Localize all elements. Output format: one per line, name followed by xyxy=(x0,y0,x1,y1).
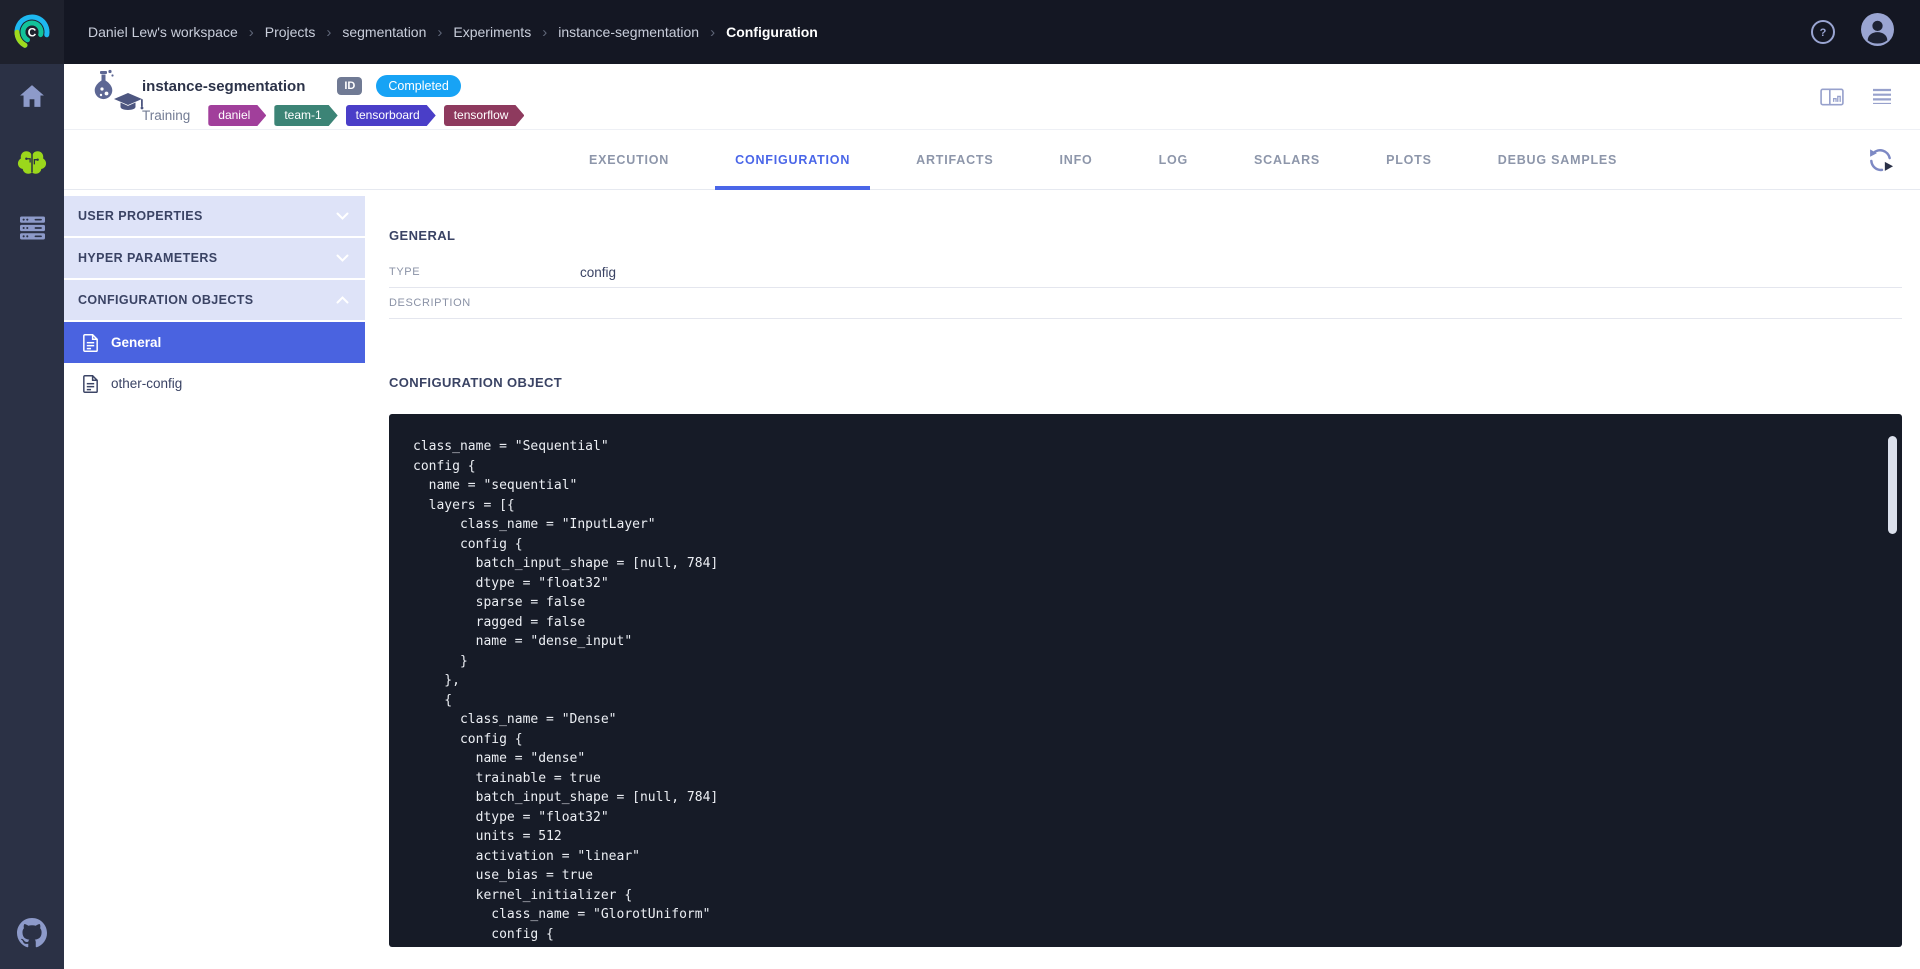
experiment-type-label: Training xyxy=(142,108,190,123)
id-badge[interactable]: ID xyxy=(337,77,362,95)
tabs: EXECUTION CONFIGURATION ARTIFACTS INFO L… xyxy=(569,130,1637,190)
app-sidebar xyxy=(0,64,64,969)
question-mark-glyph: ? xyxy=(1817,26,1829,38)
breadcrumb-project[interactable]: segmentation xyxy=(342,24,426,40)
type-row: TYPE config xyxy=(389,257,1902,287)
topbar-actions: ? xyxy=(1811,13,1894,51)
breadcrumb-workspace[interactable]: Daniel Lew's workspace xyxy=(88,24,238,40)
type-value: config xyxy=(580,265,616,280)
configuration-side-panel: USER PROPERTIES HYPER PARAMETERS CONFIGU… xyxy=(64,190,365,969)
hamburger-menu-icon[interactable] xyxy=(1872,88,1892,111)
breadcrumb-experiments[interactable]: Experiments xyxy=(453,24,531,40)
chevron-down-icon xyxy=(336,209,349,223)
general-section-heading: GENERAL xyxy=(389,228,1902,243)
home-icon[interactable] xyxy=(17,82,47,110)
avatar[interactable] xyxy=(1861,13,1894,51)
tab-execution[interactable]: EXECUTION xyxy=(569,130,689,190)
header-action-icons xyxy=(1820,88,1892,111)
home-glyph xyxy=(19,84,45,108)
configuration-main-content: GENERAL TYPE config DESCRIPTION CONFIGUR… xyxy=(365,190,1920,969)
chevron-down-icon xyxy=(336,251,349,265)
auto-refresh-icon[interactable] xyxy=(1867,146,1894,178)
clearml-logo[interactable]: C xyxy=(0,0,64,64)
code-scrollbar-thumb[interactable] xyxy=(1888,436,1897,534)
description-label: DESCRIPTION xyxy=(389,297,580,309)
refresh-arrows-glyph xyxy=(1867,146,1894,173)
menu-lines-glyph xyxy=(1872,88,1892,104)
workers-queues-icon[interactable] xyxy=(17,214,47,242)
breadcrumb-separator: › xyxy=(326,24,331,41)
breadcrumb: Daniel Lew's workspace › Projects › segm… xyxy=(88,24,818,41)
divider xyxy=(389,318,1902,319)
tab-artifacts[interactable]: ARTIFACTS xyxy=(896,130,1013,190)
chevron-up-icon xyxy=(336,293,349,307)
configuration-object-heading: CONFIGURATION OBJECT xyxy=(389,375,1902,390)
tag-tensorflow[interactable]: tensorflow xyxy=(444,105,525,126)
projects-brain-icon[interactable] xyxy=(17,148,47,176)
tab-scalars[interactable]: SCALARS xyxy=(1234,130,1340,190)
github-glyph xyxy=(17,918,47,948)
svg-text:?: ? xyxy=(1820,27,1827,38)
clearml-logo-icon: C xyxy=(12,12,52,52)
breadcrumb-experiment[interactable]: instance-segmentation xyxy=(558,24,699,40)
user-avatar-icon xyxy=(1861,13,1894,46)
panel-section-configuration-objects[interactable]: CONFIGURATION OBJECTS xyxy=(64,280,365,320)
experiment-title-row: instance-segmentation ID Completed xyxy=(142,75,461,97)
type-label: TYPE xyxy=(389,266,580,278)
document-icon xyxy=(83,375,98,393)
training-experiment-icon xyxy=(88,69,144,128)
tab-info[interactable]: INFO xyxy=(1040,130,1113,190)
config-object-item-label: other-config xyxy=(111,376,182,391)
config-object-item-other-config[interactable]: other-config xyxy=(64,363,365,404)
experiment-title: instance-segmentation xyxy=(142,78,305,95)
svg-text:C: C xyxy=(28,26,37,40)
panel-section-hyper-parameters[interactable]: HYPER PARAMETERS xyxy=(64,238,365,278)
tab-log[interactable]: LOG xyxy=(1139,130,1208,190)
status-badge: Completed xyxy=(376,75,460,97)
tab-configuration[interactable]: CONFIGURATION xyxy=(715,130,870,190)
configuration-object-code: class_name = "Sequential" config { name … xyxy=(389,414,1902,947)
github-icon[interactable] xyxy=(17,918,47,953)
experiment-tags-row: Training daniel team-1 tensorboard tenso… xyxy=(142,105,524,126)
breadcrumb-separator: › xyxy=(249,24,254,41)
config-object-item-general[interactable]: General xyxy=(64,322,365,363)
document-icon xyxy=(83,334,98,352)
panel-section-user-properties[interactable]: USER PROPERTIES xyxy=(64,196,365,236)
config-object-item-label: General xyxy=(111,335,161,350)
details-panel-toggle-icon[interactable] xyxy=(1820,88,1844,111)
tag-daniel[interactable]: daniel xyxy=(208,105,266,126)
configuration-object-viewer: class_name = "Sequential" config { name … xyxy=(389,414,1902,947)
split-panel-glyph xyxy=(1820,88,1844,106)
experiment-header: instance-segmentation ID Completed Train… xyxy=(64,64,1920,130)
breadcrumb-projects[interactable]: Projects xyxy=(265,24,316,40)
flask-graduation-glyph xyxy=(88,69,144,123)
breadcrumb-current-page: Configuration xyxy=(726,24,818,40)
top-bar: C Daniel Lew's workspace › Projects › se… xyxy=(0,0,1920,64)
experiment-tab-bar: EXECUTION CONFIGURATION ARTIFACTS INFO L… xyxy=(64,130,1920,190)
tab-debug-samples[interactable]: DEBUG SAMPLES xyxy=(1478,130,1637,190)
breadcrumb-separator: › xyxy=(542,24,547,41)
breadcrumb-separator: › xyxy=(710,24,715,41)
breadcrumb-separator: › xyxy=(437,24,442,41)
tag-team-1[interactable]: team-1 xyxy=(274,105,337,126)
help-icon[interactable]: ? xyxy=(1811,20,1835,44)
description-row: DESCRIPTION xyxy=(389,288,1902,318)
servers-glyph xyxy=(20,216,45,240)
tag-tensorboard[interactable]: tensorboard xyxy=(346,105,436,126)
tab-plots[interactable]: PLOTS xyxy=(1366,130,1452,190)
brain-glyph xyxy=(17,149,47,176)
